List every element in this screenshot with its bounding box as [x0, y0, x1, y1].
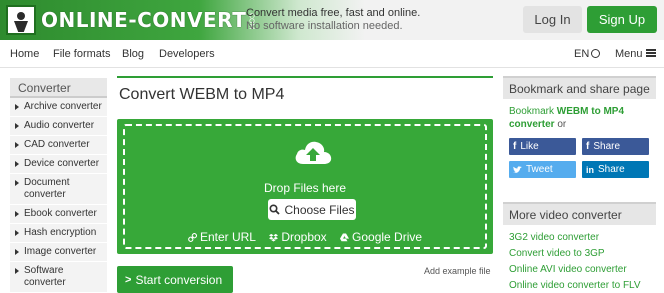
enter-url-label: Enter URL — [199, 230, 256, 244]
bookmark-prefix[interactable]: Bookmark — [509, 106, 557, 117]
link-3gp-converter[interactable]: Convert video to 3GP — [509, 248, 605, 259]
link-flv-converter[interactable]: Online video converter to FLV — [509, 280, 641, 291]
link-3g2-converter[interactable]: 3G2 video converter — [509, 232, 599, 243]
dropbox-icon — [269, 233, 279, 242]
bookmark-text: Bookmark WEBM to MP4 converter or — [509, 105, 656, 131]
login-button[interactable]: Log In — [523, 6, 582, 33]
chevron-right-icon: > — [125, 273, 132, 286]
sidebar-item-hash[interactable]: Hash encryption — [10, 224, 107, 243]
logo-figure-icon — [6, 5, 36, 35]
tagline: Convert media free, fast and online. No … — [246, 7, 420, 33]
page-title: Convert WEBM to MP4 — [119, 86, 285, 103]
tagline-line-2: No software installation needed. — [246, 20, 403, 32]
facebook-like-button[interactable]: f Like — [509, 138, 576, 155]
nav-home[interactable]: Home — [10, 48, 39, 60]
language-selector[interactable]: EN — [574, 48, 601, 60]
link-avi-converter[interactable]: Online AVI video converter — [509, 264, 627, 275]
dropbox-link[interactable]: Dropbox — [269, 230, 327, 244]
main-nav: Home File formats Blog Developers EN Men… — [0, 40, 664, 68]
like-label: Like — [520, 141, 539, 152]
more-video-title: More video converter — [503, 202, 656, 225]
main-divider — [117, 76, 493, 78]
right-panel: Bookmark and share page Bookmark WEBM to… — [503, 76, 656, 291]
facebook-share-button[interactable]: f Share — [582, 138, 649, 155]
thumbs-up-icon: f — [513, 141, 517, 152]
sidebar-item-image[interactable]: Image converter — [10, 243, 107, 262]
hamburger-icon — [645, 49, 656, 57]
file-drop-zone[interactable]: Drop Files here Choose Files Enter URL D… — [117, 119, 493, 254]
sidebar-item-document[interactable]: Document converter — [10, 174, 107, 205]
facebook-icon: f — [586, 141, 590, 152]
drop-zone-border: Drop Files here Choose Files Enter URL D… — [123, 124, 487, 249]
signup-button[interactable]: Sign Up — [587, 6, 657, 33]
sidebar-item-device[interactable]: Device converter — [10, 155, 107, 174]
search-icon — [269, 204, 281, 215]
sidebar-item-software[interactable]: Software converter — [10, 262, 107, 293]
globe-icon — [591, 49, 601, 58]
tagline-line-1: Convert media free, fast and online. — [246, 7, 421, 19]
drop-files-label: Drop Files here — [263, 181, 347, 195]
tweet-label: Tweet — [526, 164, 553, 175]
linkedin-share-label: Share — [598, 164, 625, 175]
nav-developers[interactable]: Developers — [159, 48, 215, 60]
nav-blog[interactable]: Blog — [122, 48, 144, 60]
source-options: Enter URL Dropbox Google Drive — [125, 230, 485, 244]
sidebar-title: Converter — [10, 78, 107, 98]
sidebar-item-ebook[interactable]: Ebook converter — [10, 205, 107, 224]
nav-file-formats[interactable]: File formats — [53, 48, 110, 60]
menu-label: Menu — [615, 48, 643, 60]
menu-button[interactable]: Menu — [615, 48, 656, 60]
twitter-icon — [513, 165, 522, 173]
start-conversion-button[interactable]: > Start conversion — [117, 266, 233, 293]
sidebar-item-audio[interactable]: Audio converter — [10, 117, 107, 136]
logo-text: ONLINE-CONVERT — [41, 8, 247, 32]
site-logo[interactable]: ONLINE-CONVERT .COM — [6, 4, 254, 36]
converter-sidebar: Converter Archive converter Audio conver… — [10, 78, 107, 293]
sidebar-item-archive[interactable]: Archive converter — [10, 98, 107, 117]
linkedin-icon: in — [586, 164, 594, 175]
choose-files-button[interactable]: Choose Files — [268, 199, 356, 220]
site-header: ONLINE-CONVERT .COM Convert media free, … — [0, 0, 664, 40]
choose-files-label: Choose Files — [284, 202, 355, 217]
bookmark-or: or — [554, 119, 567, 130]
start-conversion-label: Start conversion — [135, 272, 223, 287]
linkedin-share-button[interactable]: in Share — [582, 161, 649, 178]
cloud-upload-icon — [295, 141, 332, 164]
tweet-button[interactable]: Tweet — [509, 161, 576, 178]
add-example-link[interactable]: Add example file — [424, 266, 491, 276]
language-label: EN — [574, 48, 590, 60]
google-drive-icon — [340, 233, 350, 242]
sidebar-item-cad[interactable]: CAD converter — [10, 136, 107, 155]
dropbox-label: Dropbox — [281, 230, 327, 244]
enter-url-link[interactable]: Enter URL — [188, 230, 256, 244]
google-drive-link[interactable]: Google Drive — [340, 230, 422, 244]
google-drive-label: Google Drive — [352, 230, 423, 244]
facebook-share-label: Share — [593, 141, 621, 152]
bookmark-title: Bookmark and share page — [503, 76, 656, 99]
link-icon — [188, 233, 197, 242]
converter-main: Convert WEBM to MP4 Drop Files here Choo… — [117, 76, 493, 293]
